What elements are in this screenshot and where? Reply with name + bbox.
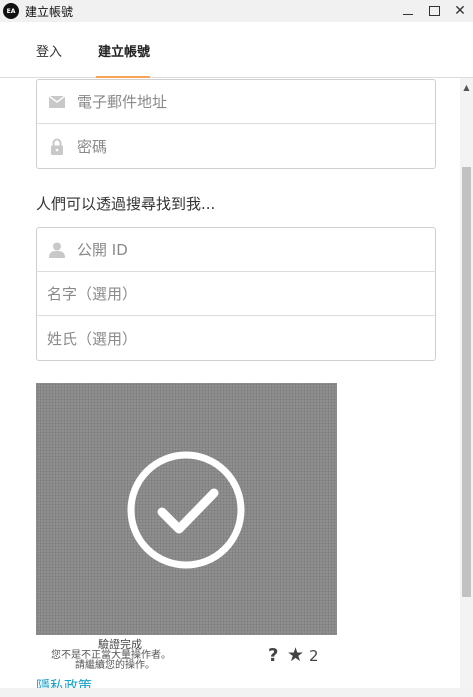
lock-icon [37, 138, 77, 155]
privacy-policy-link[interactable]: 隱私政策 [36, 676, 92, 688]
public-id-placeholder: 公開 ID [77, 241, 128, 259]
captcha-image[interactable] [36, 383, 337, 635]
title-bar: EA 建立帳號 ✕ [0, 0, 473, 22]
first-name-field[interactable]: 名字（選用） [37, 272, 435, 316]
person-icon [37, 242, 77, 258]
minimize-button[interactable] [395, 0, 421, 22]
captcha-footer: 驗證完成 您不是不正當大量操作者。 請繼續您的操作。 ? ★ 2 [36, 635, 337, 675]
envelope-icon [37, 95, 77, 108]
close-icon: ✕ [454, 3, 466, 19]
last-name-placeholder: 姓氏（選用） [47, 329, 138, 348]
profile-fields: 公開 ID 名字（選用） 姓氏（選用） [36, 227, 436, 361]
checkmark-icon [127, 451, 245, 569]
ea-logo-icon: EA [3, 3, 19, 19]
maximize-icon [428, 6, 440, 16]
email-placeholder: 電子郵件地址 [77, 93, 168, 111]
tab-bar: 登入 建立帳號 [0, 22, 473, 78]
window-title: 建立帳號 [25, 4, 74, 19]
bottom-edge [0, 688, 473, 697]
email-field[interactable]: 電子郵件地址 [37, 80, 435, 124]
account-fields: 電子郵件地址 密碼 [36, 79, 436, 169]
profile-section-label: 人們可以透過搜尋找到我... [36, 195, 216, 213]
close-button[interactable]: ✕ [447, 0, 473, 22]
window-controls: ✕ [395, 0, 473, 22]
maximize-button[interactable] [421, 0, 447, 22]
first-name-placeholder: 名字（選用） [47, 285, 138, 303]
help-icon[interactable]: ? [268, 645, 278, 666]
vertical-scrollbar[interactable]: ▲ [460, 78, 473, 688]
minimize-icon [403, 13, 413, 15]
scroll-up-arrow-icon[interactable]: ▲ [460, 78, 473, 96]
tab-login[interactable]: 登入 [36, 22, 62, 78]
scroll-thumb[interactable] [462, 167, 471, 597]
last-name-field[interactable]: 姓氏（選用） [37, 316, 435, 360]
star-icon[interactable]: ★ [287, 644, 304, 666]
password-placeholder: 密碼 [77, 137, 108, 156]
captcha-count: 2 [309, 647, 319, 665]
public-id-field[interactable]: 公開 ID [37, 228, 435, 272]
form-content: 電子郵件地址 密碼 人們可以透過搜尋找到我... 公開 ID 名字（選用） 姓氏… [0, 78, 460, 688]
password-field[interactable]: 密碼 [37, 124, 435, 168]
captcha-message-line2: 請繼續您的操作。 [75, 660, 155, 671]
tab-create-account[interactable]: 建立帳號 [98, 22, 150, 78]
